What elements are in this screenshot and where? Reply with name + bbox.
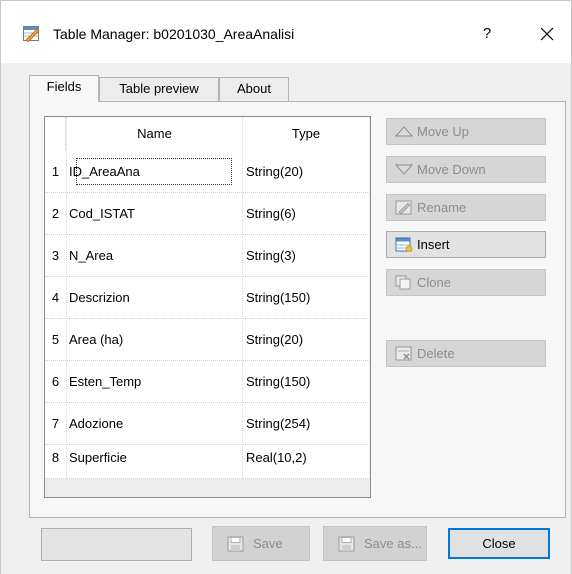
table-row[interactable]: 1 ID_AreaAna String(20) [45,151,370,192]
row-number: 6 [51,374,60,389]
status-field [41,528,192,561]
save-as-button[interactable]: Save as... [323,526,427,561]
clone-icon [395,275,411,290]
header-corner[interactable] [45,117,66,151]
field-name-cell[interactable]: Area (ha) [69,319,239,360]
field-type-cell[interactable]: String(150) [246,277,366,318]
field-type-cell[interactable]: String(20) [246,151,366,192]
save-as-icon [338,536,355,552]
title-bar[interactable]: Table Manager: b0201030_AreaAnalisi ? [1,1,571,63]
field-name-cell[interactable]: Superficie [69,437,239,478]
field-type-cell[interactable]: String(150) [246,361,366,402]
row-number: 5 [51,332,60,347]
table-empty-area [45,479,370,497]
field-name-cell[interactable]: ID_AreaAna [69,151,239,192]
fields-table[interactable]: Name Type 1 ID_AreaAna String(20) 2 Cod_… [44,116,371,498]
row-number: 3 [51,248,60,263]
dialog-content: Fields Table preview About Name Type 1 I… [1,63,571,574]
table-edit-icon [23,26,40,42]
column-header-type[interactable]: Type [242,117,370,151]
delete-label: Delete [417,346,455,361]
insert-label: Insert [417,237,450,252]
tab-fields[interactable]: Fields [29,75,99,102]
field-type-cell[interactable]: Real(10,2) [246,437,366,478]
triangle-up-icon [395,126,413,137]
insert-button[interactable]: Insert [386,231,546,258]
triangle-down-icon [395,164,413,175]
close-window-button[interactable] [531,19,563,49]
row-number: 2 [51,206,60,221]
field-name-cell[interactable]: Cod_ISTAT [69,193,239,234]
rename-icon [395,200,412,215]
rename-label: Rename [417,200,467,215]
tab-about[interactable]: About [219,77,289,101]
clone-button[interactable]: Clone [386,269,546,296]
field-name-cell[interactable]: N_Area [69,235,239,276]
column-header-name[interactable]: Name [67,117,242,151]
save-icon [227,536,244,552]
field-type-cell[interactable]: String(20) [246,319,366,360]
clone-label: Clone [417,275,451,290]
insert-icon [395,237,413,252]
field-name-cell[interactable]: Descrizion [69,277,239,318]
window-title: Table Manager: b0201030_AreaAnalisi [53,26,295,42]
fields-panel: Name Type 1 ID_AreaAna String(20) 2 Cod_… [29,101,566,518]
row-number: 8 [51,450,60,465]
move-down-label: Move Down [417,162,486,177]
close-icon [540,27,554,41]
move-up-label: Move Up [417,124,470,139]
rename-button[interactable]: Rename [386,194,546,221]
row-number: 1 [51,164,60,179]
table-row[interactable]: 4 Descrizion String(150) [45,277,370,318]
field-type-cell[interactable]: String(6) [246,193,366,234]
move-up-button[interactable]: Move Up [386,118,546,145]
delete-icon [395,346,412,361]
field-name-cell[interactable]: Esten_Temp [69,361,239,402]
table-row[interactable]: 5 Area (ha) String(20) [45,319,370,360]
table-row[interactable]: 8 Superficie Real(10,2) [45,437,370,478]
table-manager-window: Table Manager: b0201030_AreaAnalisi ? Fi… [0,0,572,574]
move-down-button[interactable]: Move Down [386,156,546,183]
table-row[interactable]: 2 Cod_ISTAT String(6) [45,193,370,234]
close-button[interactable]: Close [448,528,550,559]
table-header: Name Type [45,117,370,151]
save-button[interactable]: Save [212,526,310,561]
save-label: Save [253,536,283,551]
field-type-cell[interactable]: String(3) [246,235,366,276]
help-button[interactable]: ? [471,19,503,49]
delete-button[interactable]: Delete [386,340,546,367]
table-row[interactable]: 6 Esten_Temp String(150) [45,361,370,402]
row-number: 4 [51,290,60,305]
tab-table-preview[interactable]: Table preview [99,77,219,101]
table-row[interactable]: 3 N_Area String(3) [45,235,370,276]
save-as-label: Save as... [364,536,422,551]
